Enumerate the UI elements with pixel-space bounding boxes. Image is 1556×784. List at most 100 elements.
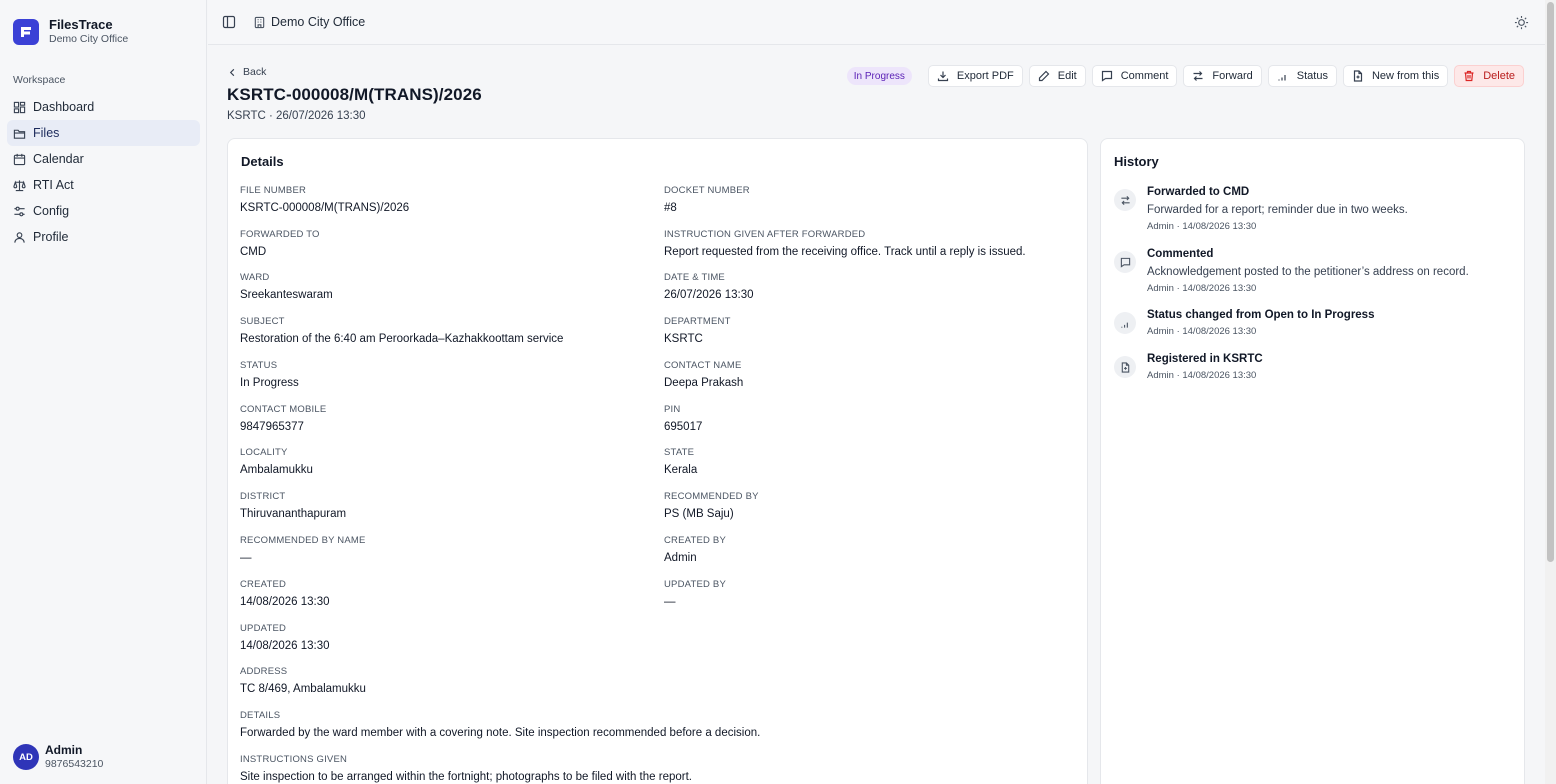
sidebar-item-profile[interactable]: Profile bbox=[7, 224, 200, 250]
page-scrollbar[interactable] bbox=[1545, 0, 1556, 784]
field-label: Ward bbox=[240, 272, 270, 283]
field-value: KSRTC-000008/M(TRANS)/2026 bbox=[240, 202, 410, 214]
field-value: CMD bbox=[240, 246, 267, 258]
history-meta: Admin · 14/08/2026 13:30 bbox=[1147, 283, 1257, 294]
app-name: FilesTrace bbox=[49, 17, 113, 32]
field-ward: Ward Sreekanteswaram bbox=[240, 272, 640, 302]
new-from-this-label: New from this bbox=[1371, 70, 1440, 82]
field-status: Status In Progress bbox=[240, 360, 640, 390]
history-meta: Admin · 14/08/2026 13:30 bbox=[1147, 326, 1257, 337]
field-forwarded-to: Forwarded To CMD bbox=[240, 229, 640, 259]
chevron-left-icon bbox=[229, 68, 235, 76]
history-title: History bbox=[1114, 154, 1159, 169]
field-label: Contact Mobile bbox=[240, 404, 327, 415]
status-bars-icon bbox=[1278, 75, 1286, 81]
user-menu[interactable]: AD Admin 9876543210 bbox=[13, 743, 103, 771]
workspace-label: Workspace bbox=[13, 74, 66, 86]
sidebar-item-files[interactable]: Files bbox=[7, 120, 200, 146]
history-card: History Forwarded to CMD Forwarded for a… bbox=[1100, 138, 1525, 784]
field-label: Updated By bbox=[664, 579, 727, 590]
field-updated: Updated 14/08/2026 13:30 bbox=[240, 623, 640, 653]
field-created-by: Created By Admin bbox=[664, 535, 1064, 565]
sidebar-toggle-icon[interactable] bbox=[222, 15, 236, 29]
file-plus-icon bbox=[1114, 356, 1136, 378]
comment-label: Comment bbox=[1120, 70, 1169, 82]
delete-button[interactable]: Delete bbox=[1454, 65, 1524, 87]
field-value: — bbox=[240, 552, 252, 564]
field-value: 695017 bbox=[664, 421, 703, 433]
sidebar-item-dashboard[interactable]: Dashboard bbox=[7, 94, 200, 120]
avatar: AD bbox=[13, 744, 39, 770]
field-label: Department bbox=[664, 316, 731, 327]
history-title-text: Registered in KSRTC bbox=[1147, 353, 1263, 365]
field-label: Created bbox=[240, 579, 287, 590]
status-button[interactable]: Status bbox=[1267, 65, 1337, 87]
field-created: Created 14/08/2026 13:30 bbox=[240, 579, 640, 609]
field-value: Restoration of the 6:40 am Peroorkada–Ka… bbox=[240, 333, 564, 345]
topbar: Demo City Office bbox=[208, 0, 1545, 45]
app-logo-icon bbox=[13, 18, 39, 45]
field-instruction-after-forwarded: Instruction Given After Forwarded Report … bbox=[664, 229, 1064, 259]
field-label: Recommended By bbox=[664, 491, 759, 502]
field-locality: Locality Ambalamukku bbox=[240, 447, 640, 477]
field-value: Kerala bbox=[664, 464, 698, 476]
page-title: KSRTC-000008/M(TRANS)/2026 bbox=[227, 85, 482, 104]
user-icon bbox=[14, 231, 25, 243]
folder-icon bbox=[13, 129, 26, 139]
field-label: State bbox=[664, 447, 695, 458]
field-value: Report requested from the receiving offi… bbox=[664, 246, 1026, 258]
export-pdf-button[interactable]: Export PDF bbox=[927, 65, 1023, 87]
status-label: Status bbox=[1296, 70, 1328, 82]
sun-icon[interactable] bbox=[1514, 15, 1529, 30]
new-from-this-button[interactable]: New from this bbox=[1342, 65, 1449, 87]
back-link[interactable]: Back bbox=[228, 66, 266, 78]
history-title-text: Forwarded to CMD bbox=[1147, 186, 1250, 198]
status-bars-icon bbox=[1114, 312, 1136, 334]
comment-icon bbox=[1101, 70, 1112, 82]
field-subject: Subject Restoration of the 6:40 am Peroor… bbox=[240, 316, 640, 346]
field-value: Forwarded by the ward member with a cove… bbox=[240, 727, 761, 739]
field-label: Forwarded To bbox=[240, 229, 320, 240]
trash-icon bbox=[1464, 70, 1474, 82]
details-card: Details File Number KSRTC-000008/M(TRANS)… bbox=[227, 138, 1088, 784]
delete-label: Delete bbox=[1483, 70, 1515, 82]
history-note: Acknowledgement posted to the petitioner… bbox=[1147, 266, 1469, 278]
sidebar-item-rti-act[interactable]: RTI Act bbox=[7, 172, 200, 198]
history-title-text: Commented bbox=[1147, 248, 1214, 260]
page-subtitle: KSRTC · 26/07/2026 13:30 bbox=[227, 110, 366, 122]
field-label: PIN bbox=[664, 404, 681, 415]
field-label: Date & Time bbox=[664, 272, 725, 283]
brand[interactable]: FilesTrace Demo City Office bbox=[13, 17, 128, 46]
field-value: Thiruvananthapuram bbox=[240, 508, 347, 520]
sidebar-item-calendar[interactable]: Calendar bbox=[7, 146, 200, 172]
org-name: Demo City Office bbox=[49, 33, 129, 45]
field-value: In Progress bbox=[240, 377, 299, 389]
field-instructions-given: Instructions Given Site inspection to be … bbox=[240, 754, 1040, 784]
sidebar-item-config[interactable]: Config bbox=[7, 198, 200, 224]
field-department: Department KSRTC bbox=[664, 316, 1064, 346]
field-label: Recommended By Name bbox=[240, 535, 366, 546]
field-value: Ambalamukku bbox=[240, 464, 313, 476]
forward-button[interactable]: Forward bbox=[1183, 65, 1262, 87]
history-title-text: Status changed from Open to In Progress bbox=[1147, 309, 1375, 321]
field-value: 26/07/2026 13:30 bbox=[664, 289, 754, 301]
sidebar-item-label: Dashboard bbox=[33, 100, 95, 114]
office-name: Demo City Office bbox=[271, 15, 366, 29]
edit-button[interactable]: Edit bbox=[1028, 65, 1086, 87]
field-address: Address TC 8/469, Ambalamukku bbox=[240, 666, 640, 696]
field-district: District Thiruvananthapuram bbox=[240, 491, 640, 521]
action-toolbar: In Progress Export PDF Edit Comment Forw… bbox=[846, 65, 1524, 87]
field-value: TC 8/469, Ambalamukku bbox=[240, 683, 366, 695]
sliders-icon bbox=[14, 206, 25, 216]
scroll-thumb[interactable] bbox=[1547, 2, 1554, 562]
details-title: Details bbox=[241, 154, 284, 169]
field-updated-by: Updated By — bbox=[664, 579, 1064, 609]
field-recommended-by-name: Recommended By Name — bbox=[240, 535, 640, 565]
forward-label: Forward bbox=[1212, 70, 1253, 82]
history-meta: Admin · 14/08/2026 13:30 bbox=[1147, 370, 1257, 381]
field-value: — bbox=[664, 596, 676, 608]
field-label: Subject bbox=[240, 316, 285, 327]
sidebar-item-label: Config bbox=[33, 204, 70, 218]
comment-button[interactable]: Comment bbox=[1091, 65, 1178, 87]
user-name: Admin bbox=[45, 743, 83, 757]
